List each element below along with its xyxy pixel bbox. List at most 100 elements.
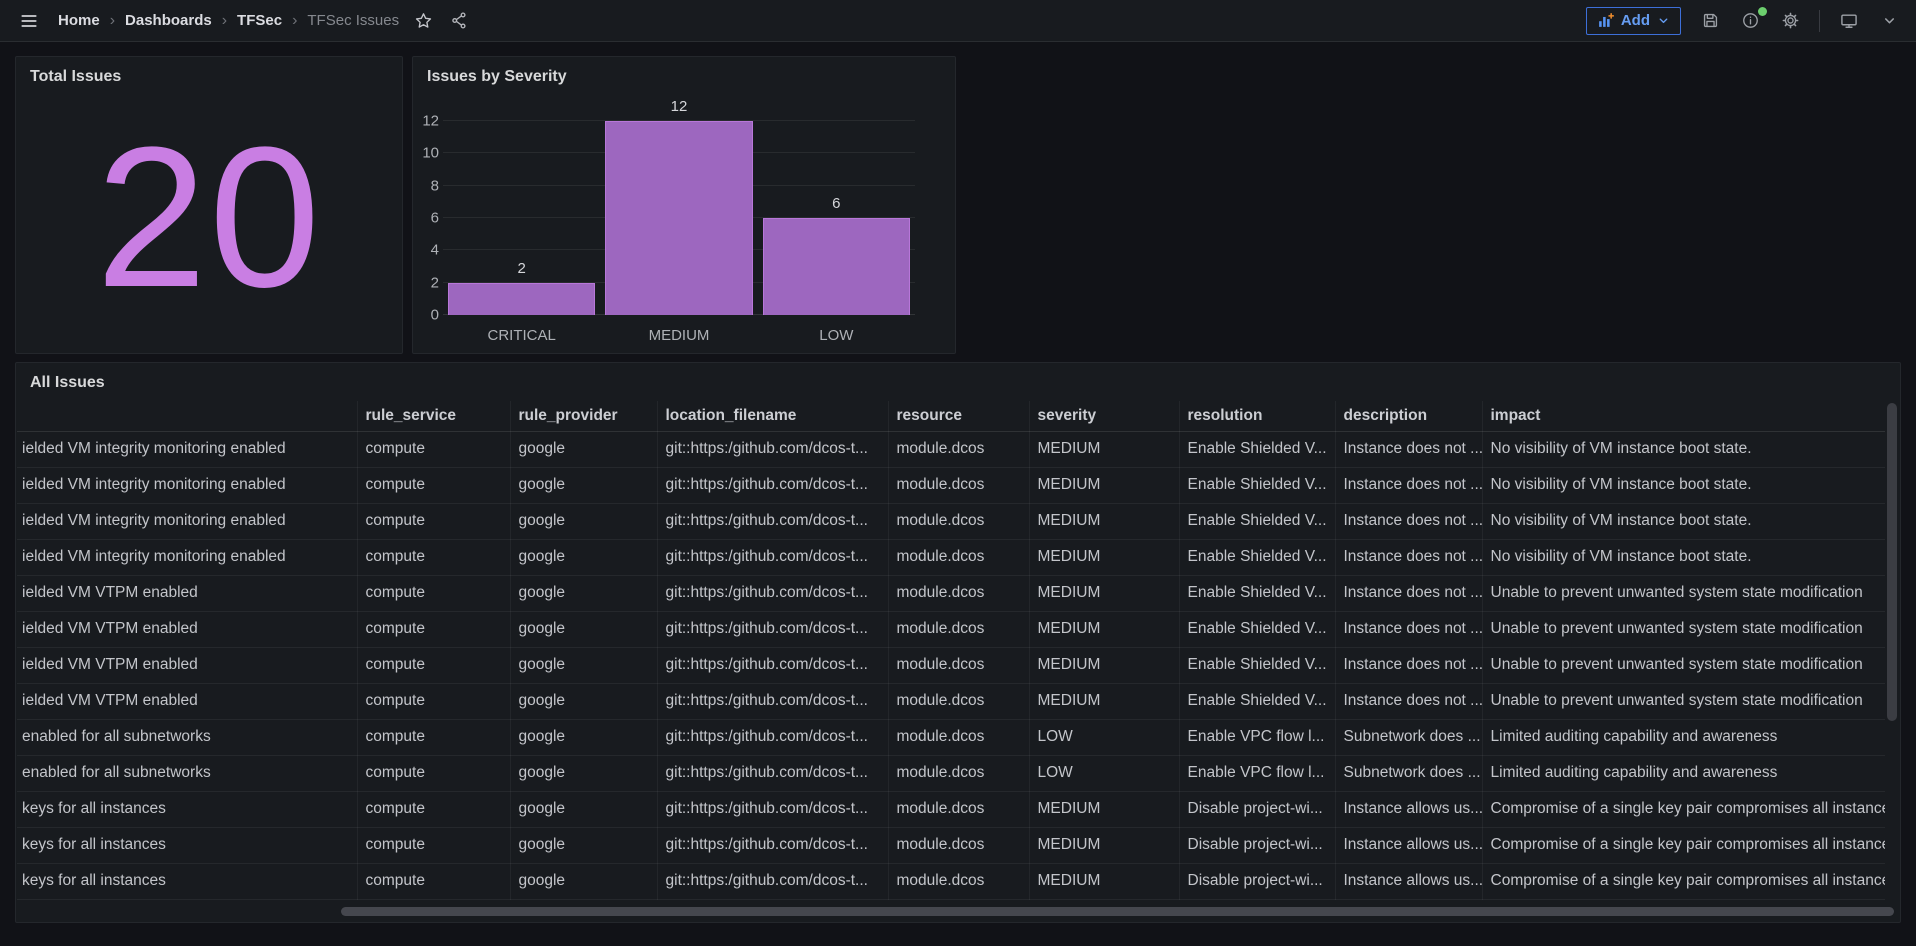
table-cell: module.dcos	[888, 683, 1029, 719]
table-cell: compute	[357, 467, 510, 503]
breadcrumb-tfsec[interactable]: TFSec	[237, 12, 282, 29]
breadcrumb-home[interactable]: Home	[58, 12, 100, 29]
table-cell: Limited auditing capability and awarenes…	[1482, 755, 1885, 791]
table-row: ielded VM integrity monitoring enabledco…	[17, 503, 1885, 539]
table-cell: No visibility of VM instance boot state.	[1482, 539, 1885, 575]
column-header[interactable]: resource	[888, 401, 1029, 431]
table-row: keys for all instancescomputegooglegit::…	[17, 791, 1885, 827]
table-cell: enabled for all subnetworks	[17, 755, 357, 791]
breadcrumb-separator-icon: ›	[222, 12, 227, 30]
x-axis-tick-labels: CRITICALMEDIUMLOW	[443, 327, 915, 344]
table-cell: compute	[357, 431, 510, 467]
panel-all-issues: All Issues rule_servicerule_providerloca…	[15, 362, 1901, 923]
table-cell: compute	[357, 755, 510, 791]
table-cell: google	[510, 647, 657, 683]
column-header[interactable]: impact	[1482, 401, 1885, 431]
kiosk-monitor-icon[interactable]	[1838, 10, 1860, 32]
table-row: ielded VM integrity monitoring enabledco…	[17, 467, 1885, 503]
bar-chart-plus-icon	[1597, 12, 1614, 29]
column-header[interactable]: description	[1335, 401, 1482, 431]
bar-value-label: 12	[606, 98, 751, 115]
table-cell: Disable project-wi...	[1179, 827, 1335, 863]
column-header[interactable]: severity	[1029, 401, 1179, 431]
table-cell: MEDIUM	[1029, 611, 1179, 647]
table-cell: Disable project-wi...	[1179, 791, 1335, 827]
table-cell: module.dcos	[888, 755, 1029, 791]
table-cell: No visibility of VM instance boot state.	[1482, 503, 1885, 539]
table-cell: compute	[357, 719, 510, 755]
y-axis-tick-label: 2	[415, 274, 439, 291]
save-icon[interactable]	[1699, 10, 1721, 32]
table-cell: MEDIUM	[1029, 863, 1179, 899]
table-row: enabled for all subnetworkscomputegoogle…	[17, 719, 1885, 755]
table-cell: git::https:/github.com/dcos-t...	[657, 755, 888, 791]
table-cell: ielded VM integrity monitoring enabled	[17, 539, 357, 575]
table-cell: keys for all instances	[17, 791, 357, 827]
table-cell: ielded VM VTPM enabled	[17, 575, 357, 611]
panel-title[interactable]: All Issues	[16, 363, 1900, 392]
column-header[interactable]: location_filename	[657, 401, 888, 431]
column-header[interactable]	[17, 401, 357, 431]
table-cell: compute	[357, 647, 510, 683]
table-cell: No visibility of VM instance boot state.	[1482, 431, 1885, 467]
table-cell: compute	[357, 791, 510, 827]
table-header-row: rule_servicerule_providerlocation_filena…	[17, 401, 1885, 431]
table-cell: module.dcos	[888, 539, 1029, 575]
panel-total-issues: Total Issues 20	[15, 56, 403, 354]
bar-slot: 2	[443, 121, 600, 315]
table-cell: google	[510, 539, 657, 575]
table-cell: git::https:/github.com/dcos-t...	[657, 863, 888, 899]
nav-divider	[1819, 10, 1820, 32]
gear-icon[interactable]	[1779, 10, 1801, 32]
breadcrumb-separator-icon: ›	[110, 12, 115, 30]
y-axis-tick-label: 10	[415, 145, 439, 162]
table-cell: git::https:/github.com/dcos-t...	[657, 539, 888, 575]
table-cell: git::https:/github.com/dcos-t...	[657, 611, 888, 647]
table-cell: Compromise of a single key pair compromi…	[1482, 791, 1885, 827]
top-nav-bar: Home › Dashboards › TFSec › TFSec Issues	[0, 0, 1916, 42]
horizontal-scrollbar[interactable]	[341, 907, 1894, 916]
table-row: ielded VM VTPM enabledcomputegooglegit::…	[17, 575, 1885, 611]
menu-icon[interactable]	[16, 8, 42, 34]
star-icon[interactable]	[413, 11, 433, 31]
panel-title[interactable]: Issues by Severity	[413, 57, 955, 86]
breadcrumb-dashboards[interactable]: Dashboards	[125, 12, 212, 29]
table-cell: Enable Shielded V...	[1179, 503, 1335, 539]
table-cell: module.dcos	[888, 827, 1029, 863]
table-row: keys for all instancescomputegooglegit::…	[17, 827, 1885, 863]
bar-critical: 2	[448, 283, 595, 315]
add-button[interactable]: Add	[1586, 7, 1681, 35]
table-cell: Subnetwork does ...	[1335, 719, 1482, 755]
table-cell: MEDIUM	[1029, 503, 1179, 539]
table-cell: git::https:/github.com/dcos-t...	[657, 683, 888, 719]
column-header[interactable]: rule_service	[357, 401, 510, 431]
table-cell: git::https:/github.com/dcos-t...	[657, 467, 888, 503]
table-cell: Enable VPC flow l...	[1179, 719, 1335, 755]
table-cell: MEDIUM	[1029, 791, 1179, 827]
table-row: ielded VM VTPM enabledcomputegooglegit::…	[17, 611, 1885, 647]
column-header[interactable]: rule_provider	[510, 401, 657, 431]
table-cell: git::https:/github.com/dcos-t...	[657, 647, 888, 683]
table-cell: compute	[357, 683, 510, 719]
share-icon[interactable]	[449, 11, 469, 31]
table-cell: Enable Shielded V...	[1179, 683, 1335, 719]
table-cell: Subnetwork does ...	[1335, 755, 1482, 791]
table-cell: keys for all instances	[17, 827, 357, 863]
table-cell: git::https:/github.com/dcos-t...	[657, 575, 888, 611]
table-cell: git::https:/github.com/dcos-t...	[657, 827, 888, 863]
panel-title[interactable]: Total Issues	[16, 57, 402, 86]
table-cell: google	[510, 755, 657, 791]
panel-issues-by-severity: Issues by Severity 2126 024681012 CRITIC…	[412, 56, 956, 354]
table-cell: ielded VM integrity monitoring enabled	[17, 431, 357, 467]
vertical-scrollbar[interactable]	[1887, 403, 1897, 721]
table-cell: ielded VM VTPM enabled	[17, 611, 357, 647]
table-cell: module.dcos	[888, 863, 1029, 899]
table-cell: Compromise of a single key pair compromi…	[1482, 863, 1885, 899]
table-cell: Enable Shielded V...	[1179, 611, 1335, 647]
column-header[interactable]: resolution	[1179, 401, 1335, 431]
issues-table-viewport: rule_servicerule_providerlocation_filena…	[17, 401, 1885, 900]
table-cell: Enable Shielded V...	[1179, 647, 1335, 683]
chevron-down-icon[interactable]	[1878, 10, 1900, 32]
info-icon[interactable]	[1739, 10, 1761, 32]
table-cell: MEDIUM	[1029, 431, 1179, 467]
